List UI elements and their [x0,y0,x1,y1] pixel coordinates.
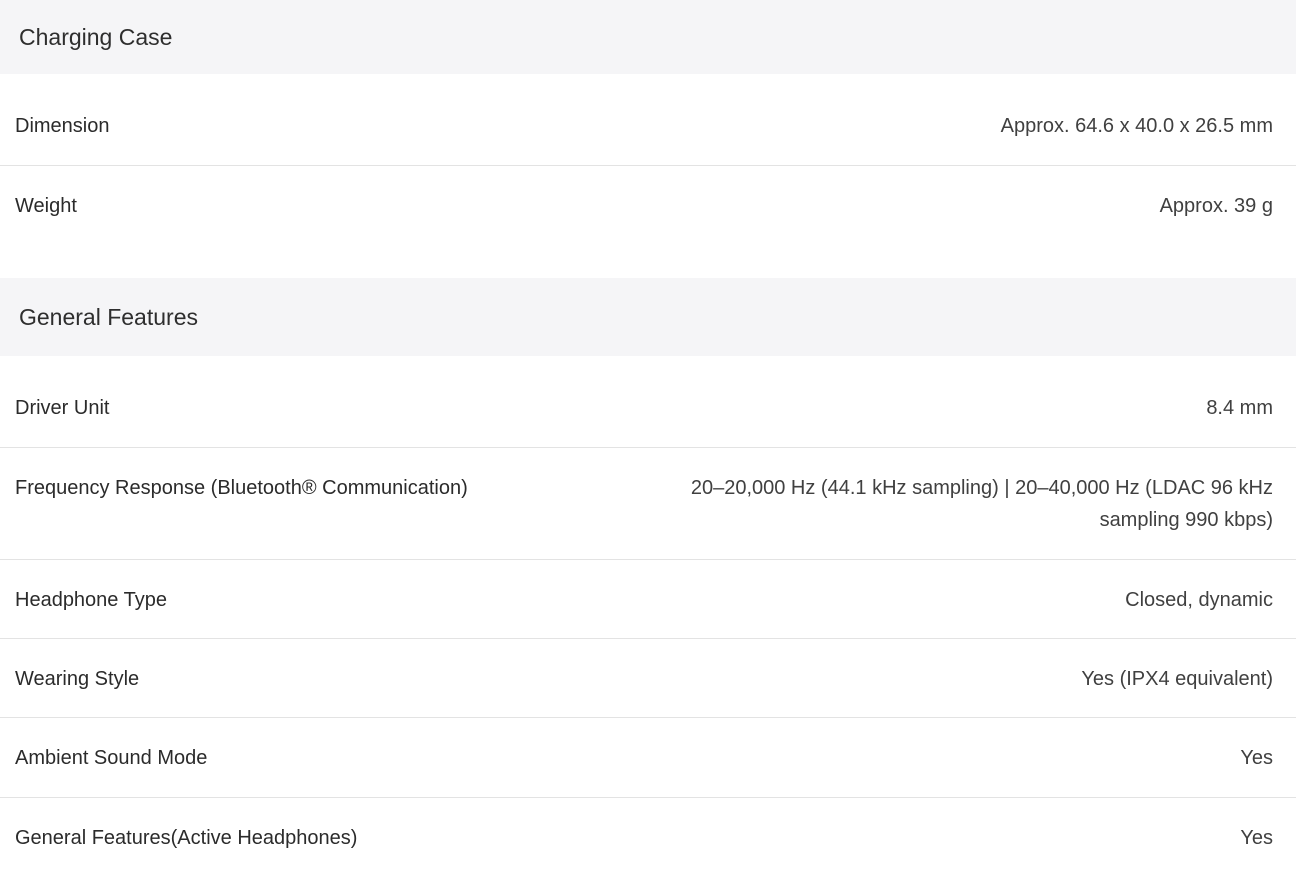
spec-label: General Features(Active Headphones) [15,827,358,849]
spec-label: Wearing Style [15,668,140,690]
spec-row-ambient-sound-mode: Ambient Sound Mode Yes [0,718,1296,798]
section-title: Charging Case [19,23,173,50]
spec-row-general-features-active: General Features(Active Headphones) Yes [0,798,1296,878]
spec-value: Closed, dynamic [1125,589,1273,611]
spec-value: Yes [1240,827,1273,849]
spec-label: Frequency Response (Bluetooth® Communica… [15,477,468,499]
spec-label: Weight [15,195,77,217]
spec-row-wearing-style: Wearing Style Yes (IPX4 equivalent) [0,639,1296,718]
spec-value: Approx. 64.6 x 40.0 x 26.5 mm [1000,115,1273,137]
section-header-charging-case[interactable]: Charging Case [0,0,1296,74]
specs-container: Charging Case Dimension Approx. 64.6 x 4… [0,0,1296,878]
spec-value: 8.4 mm [1206,397,1273,419]
spec-value: Yes (IPX4 equivalent) [1081,668,1273,690]
spec-label: Driver Unit [15,397,110,419]
spec-row-dimension: Dimension Approx. 64.6 x 40.0 x 26.5 mm [0,74,1296,166]
spec-label: Dimension [15,115,110,137]
spec-label: Headphone Type [15,589,167,611]
section-gap [0,244,1296,278]
spec-row-headphone-type: Headphone Type Closed, dynamic [0,560,1296,639]
spec-row-weight: Weight Approx. 39 g [0,166,1296,244]
spec-label: Ambient Sound Mode [15,747,208,769]
spec-row-frequency-response: Frequency Response (Bluetooth® Communica… [0,448,1296,560]
section-title: General Features [19,303,198,330]
spec-value: 20–20,000 Hz (44.1 kHz sampling) | 20–40… [690,477,1273,531]
spec-value: Yes [1240,747,1273,769]
spec-row-driver-unit: Driver Unit 8.4 mm [0,356,1296,448]
spec-value: Approx. 39 g [1159,195,1273,217]
section-header-general-features[interactable]: General Features [0,278,1296,356]
